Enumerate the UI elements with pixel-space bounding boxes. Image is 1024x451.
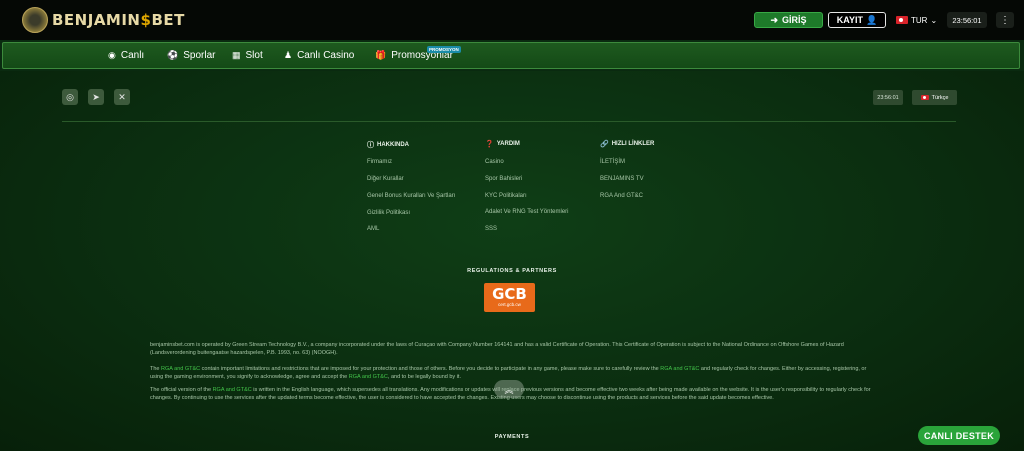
legal-paragraph-2: The RGA and GT&C contain important limit…: [150, 366, 867, 380]
footer-link-diger-kurallar[interactable]: Diğer Kurallar: [367, 176, 404, 182]
login-icon: ➜: [770, 14, 779, 25]
rga-link[interactable]: RGA and GT&C: [349, 374, 388, 380]
live-icon: ◉: [108, 50, 116, 60]
nav-item-live-casino[interactable]: ♟ Canlı Casino: [284, 50, 354, 61]
footer-link-casino[interactable]: Casino: [485, 159, 504, 165]
live-support-button[interactable]: CANLI DESTEK: [918, 426, 1000, 445]
more-menu-icon[interactable]: ⋮: [996, 12, 1014, 28]
footer-link-rng[interactable]: Adalet Ve RNG Test Yöntemleri: [485, 209, 569, 215]
rga-link[interactable]: RGA and GT&C: [213, 387, 252, 393]
footer-link-aml[interactable]: AML: [367, 226, 379, 232]
promo-badge: PROMOSYON: [427, 46, 461, 53]
nav-item-sports[interactable]: ⚽ Sporlar: [167, 50, 215, 61]
footer-language-button[interactable]: Türkçe: [912, 90, 957, 105]
main-navbar: ◉ Canlı ⚽ Sporlar ▦ Slot ♟ Canlı Casino …: [2, 42, 1020, 69]
column-quick-title: 🔗 HIZLI LİNKLER: [600, 141, 655, 148]
rga-link[interactable]: RGA and GT&C: [660, 366, 699, 372]
telegram-icon[interactable]: ➤: [88, 89, 104, 105]
rga-link[interactable]: RGA and GT&C: [161, 366, 200, 372]
footer-link-kyc[interactable]: KYC Politikaları: [485, 193, 527, 199]
top-bar: BENJAMIN$BET ➜ GİRİŞ KAYIT 👤 TUR ⌄ 23:56…: [0, 0, 1024, 40]
link-icon: 🔗: [600, 141, 609, 148]
site-logo[interactable]: BENJAMIN$BET: [22, 7, 185, 33]
footer-link-benjamins-tv[interactable]: BENJAMINS TV: [600, 176, 644, 182]
logo-text: BENJAMIN$BET: [52, 11, 185, 29]
instagram-icon[interactable]: ◎: [62, 89, 78, 105]
column-about-title: ⓘ HAKKINDA: [367, 142, 409, 149]
gcb-certificate-badge[interactable]: GCB cert.gcb.cw: [484, 283, 535, 312]
chevron-up-icon: ︽: [504, 384, 514, 395]
slot-icon: ▦: [232, 50, 241, 60]
turkey-flag-icon: [896, 16, 908, 24]
nav-item-slot[interactable]: ▦ Slot: [232, 50, 263, 61]
user-plus-icon: 👤: [865, 14, 878, 25]
footer-divider: [62, 121, 956, 122]
football-icon: ⚽: [167, 50, 179, 60]
register-button[interactable]: KAYIT 👤: [828, 12, 886, 28]
header-clock: 23:56:01: [947, 12, 987, 28]
login-button[interactable]: ➜ GİRİŞ: [754, 12, 823, 28]
turkey-flag-icon: [920, 95, 929, 100]
footer-link-sports-betting[interactable]: Spor Bahisleri: [485, 176, 522, 182]
chevron-down-icon: ⌄: [930, 15, 938, 25]
language-selector[interactable]: TUR ⌄: [896, 12, 937, 28]
info-icon: ⓘ: [367, 142, 374, 149]
footer-link-bonus-rules[interactable]: Genel Bonus Kuralları Ve Şartları: [367, 193, 455, 199]
nav-item-live[interactable]: ◉ Canlı: [108, 50, 144, 61]
dealer-icon: ♟: [284, 50, 293, 60]
footer-clock: 23:56:01: [873, 90, 903, 105]
regulations-title: REGULATIONS & PARTNERS: [467, 268, 557, 274]
footer-link-faq[interactable]: SSS: [485, 226, 497, 232]
payments-title: PAYMENTS: [494, 434, 530, 440]
footer-link-firmamiz[interactable]: Firmamız: [367, 159, 392, 165]
help-icon: ❓: [485, 141, 494, 148]
logo-badge-icon: [22, 7, 48, 33]
footer-link-contact[interactable]: İLETİŞİM: [600, 159, 625, 165]
legal-paragraph-1: benjaminsbet.com is operated by Green St…: [150, 342, 844, 356]
scroll-to-top-button[interactable]: ︽: [494, 380, 524, 398]
x-icon[interactable]: ✕: [114, 89, 130, 105]
gift-icon: 🎁: [375, 50, 387, 60]
footer-link-rga[interactable]: RGA And GT&C: [600, 193, 643, 199]
column-help-title: ❓ YARDIM: [485, 141, 520, 148]
footer-link-privacy[interactable]: Gizlilik Politikası: [367, 210, 410, 216]
